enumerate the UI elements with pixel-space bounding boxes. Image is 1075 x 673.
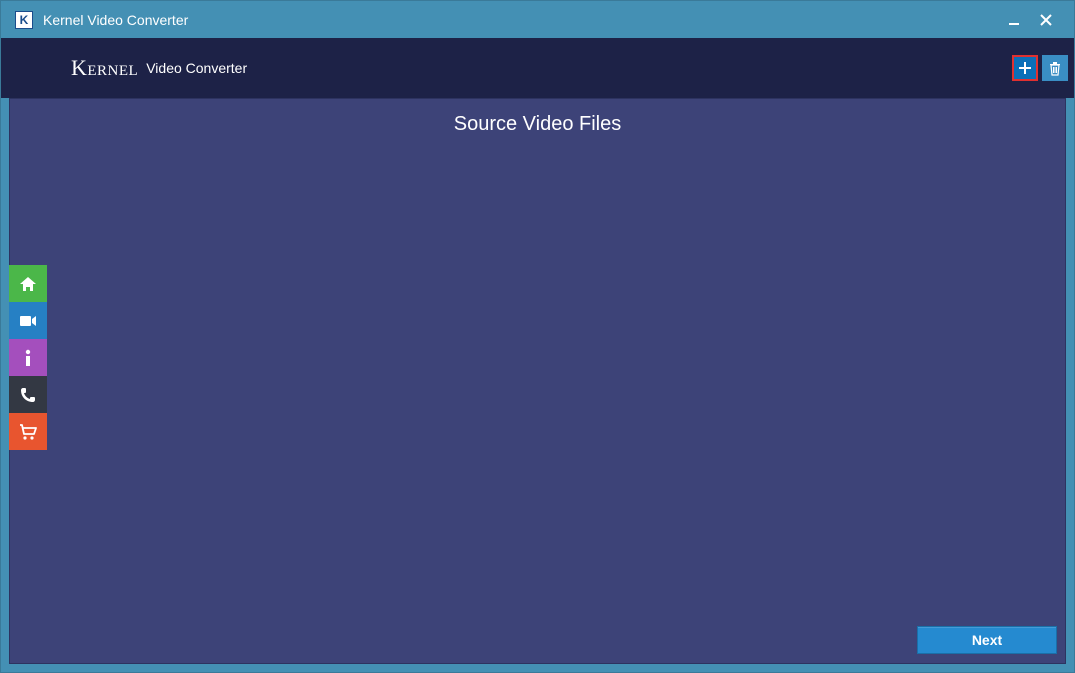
cart-icon (19, 424, 37, 440)
info-icon (24, 349, 32, 367)
video-icon (19, 314, 37, 328)
trash-icon (1048, 60, 1062, 76)
home-icon (19, 276, 37, 292)
window-controls (1002, 8, 1066, 32)
plus-icon (1018, 61, 1032, 75)
phone-icon (20, 387, 36, 403)
add-file-button[interactable] (1012, 55, 1038, 81)
file-drop-area[interactable] (10, 146, 1065, 617)
titlebar: K Kernel Video Converter (1, 1, 1074, 38)
app-header: Kernel Video Converter (1, 38, 1074, 98)
sidebar-buy-button[interactable] (9, 413, 47, 450)
minimize-icon (1008, 14, 1020, 26)
sidebar (9, 265, 47, 450)
close-button[interactable] (1034, 8, 1058, 32)
sidebar-home-button[interactable] (9, 265, 47, 302)
next-button[interactable]: Next (917, 626, 1057, 654)
content-area: Source Video Files Next (9, 98, 1066, 664)
content-title: Source Video Files (10, 99, 1065, 146)
minimize-button[interactable] (1002, 8, 1026, 32)
app-icon: K (15, 11, 33, 29)
app-window: K Kernel Video Converter Kernel Video Co… (0, 0, 1075, 673)
sidebar-video-button[interactable] (9, 302, 47, 339)
bottom-bar: Next (10, 617, 1065, 663)
window-title: Kernel Video Converter (43, 12, 1002, 28)
close-icon (1040, 14, 1052, 26)
brand-logo-text: Kernel (71, 55, 138, 81)
delete-file-button[interactable] (1042, 55, 1068, 81)
header-actions (1012, 55, 1068, 81)
sidebar-contact-button[interactable] (9, 376, 47, 413)
sidebar-info-button[interactable] (9, 339, 47, 376)
brand-subtitle: Video Converter (146, 60, 247, 76)
